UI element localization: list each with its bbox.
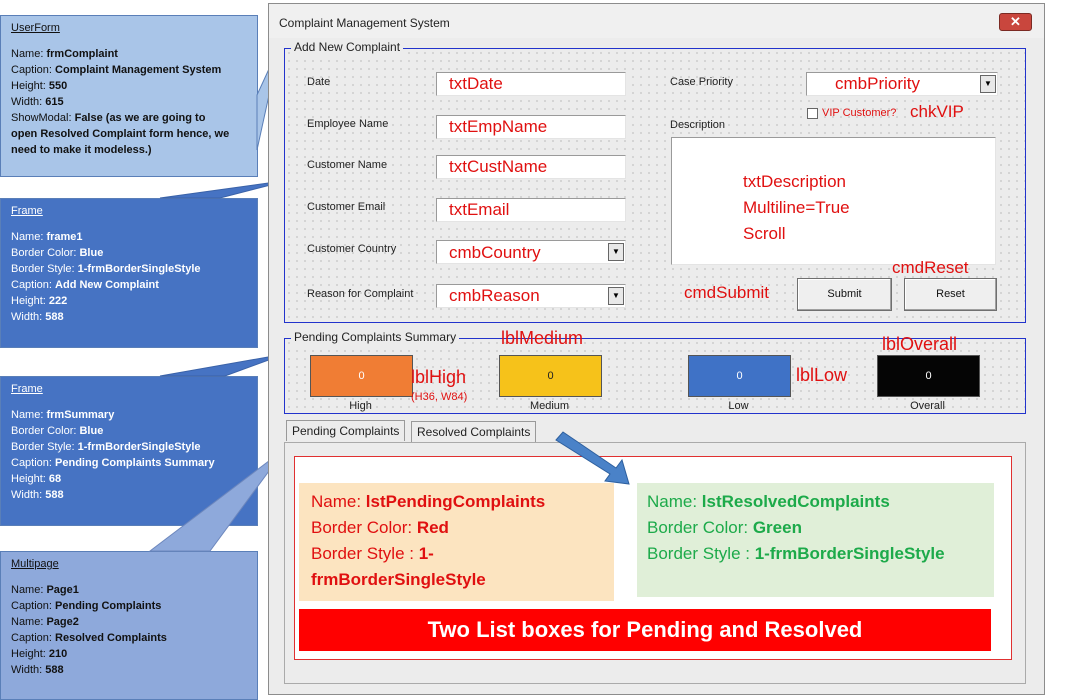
label-employee-name: Employee Name xyxy=(307,118,389,130)
label-customer-name: Customer Name xyxy=(307,159,388,171)
window-title: Complaint Management System xyxy=(279,16,450,30)
resolved-list-note: Name: lstResolvedComplaints Border Color… xyxy=(637,483,994,597)
date-field[interactable]: txtDate xyxy=(436,72,626,96)
lblmedium-annotation: lblMedium xyxy=(501,328,584,348)
frame-caption: Pending Complaints Summary xyxy=(291,330,460,344)
high-count-tile: 0 xyxy=(310,355,413,397)
list-boxes-banner: Two List boxes for Pending and Resolved xyxy=(299,609,991,651)
cmdreset-annotation: cmdReset xyxy=(892,258,969,277)
close-icon[interactable]: ✕ xyxy=(999,13,1032,31)
overall-caption: Overall xyxy=(910,400,945,412)
customer-name-field[interactable]: txtCustName xyxy=(436,155,626,179)
lbloverall-annotation: lblOverall xyxy=(882,334,958,354)
employee-name-field[interactable]: txtEmpName xyxy=(436,115,626,139)
label-case-priority: Case Priority xyxy=(670,76,733,88)
label-date: Date xyxy=(307,76,331,88)
lblhigh-size-annotation: (H36, W84) xyxy=(411,391,468,403)
vip-checkbox-label: VIP Customer? xyxy=(822,107,897,119)
tab-pending-complaints[interactable]: Pending Complaints xyxy=(286,420,406,441)
chevron-down-icon[interactable]: ▼ xyxy=(980,75,996,93)
chevron-down-icon[interactable]: ▼ xyxy=(608,243,624,261)
cmdsubmit-annotation: cmdSubmit xyxy=(684,283,770,302)
chkvip-annotation: chkVIP xyxy=(910,102,964,121)
multipage-page: Name: lstPendingComplaints Border Color:… xyxy=(284,442,1026,684)
medium-count-tile: 0 xyxy=(499,355,602,397)
customer-email-field[interactable]: txtEmail xyxy=(436,198,626,222)
low-caption: Low xyxy=(728,400,749,412)
overall-count-tile: 0 xyxy=(877,355,980,397)
lblhigh-annotation: lblHigh xyxy=(411,367,467,387)
label-customer-country: Customer Country xyxy=(307,243,397,255)
country-combobox[interactable]: cmbCountry ▼ xyxy=(436,240,626,264)
label-description: Description xyxy=(670,119,726,131)
medium-caption: Medium xyxy=(529,400,570,412)
frame-pending-summary: Pending Complaints Summary 0 High 0 Medi… xyxy=(284,328,1026,414)
title-bar: Complaint Management System ✕ xyxy=(269,4,1044,38)
lbllow-annotation: lblLow xyxy=(796,365,848,385)
tab-resolved-complaints[interactable]: Resolved Complaints xyxy=(411,421,537,442)
pointer-multipage xyxy=(148,447,287,552)
low-count-tile: 0 xyxy=(688,355,791,397)
pointer-frmsummary xyxy=(159,353,286,377)
high-caption: High xyxy=(349,400,372,412)
label-reason: Reason for Complaint xyxy=(307,288,414,300)
submit-button[interactable]: Submit xyxy=(797,278,892,311)
reset-button[interactable]: Reset xyxy=(904,278,997,311)
description-textarea[interactable]: txtDescription Multiline=True Scroll xyxy=(671,137,996,265)
reason-combobox[interactable]: cmbReason ▼ xyxy=(436,284,626,308)
vip-checkbox[interactable] xyxy=(807,108,818,119)
userform-window: Complaint Management System ✕ Add New Co… xyxy=(268,3,1045,695)
pending-list-note: Name: lstPendingComplaints Border Color:… xyxy=(299,483,614,601)
frame-add-new-complaint: Add New Complaint Date txtDate Employee … xyxy=(284,40,1026,323)
priority-combobox[interactable]: cmbPriority ▼ xyxy=(806,72,998,96)
label-customer-email: Customer Email xyxy=(307,201,386,213)
frame-caption: Add New Complaint xyxy=(291,40,404,54)
chevron-down-icon[interactable]: ▼ xyxy=(608,287,624,305)
